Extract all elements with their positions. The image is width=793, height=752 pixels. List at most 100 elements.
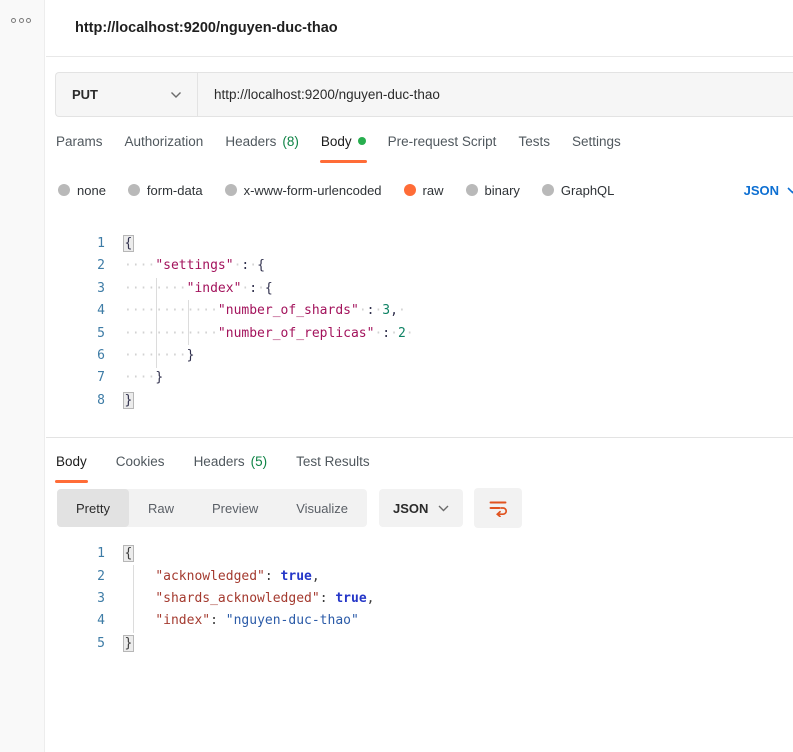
- line-number: 3: [97, 280, 105, 296]
- request-tab-authorization[interactable]: Authorization: [124, 117, 205, 165]
- code-content: }: [123, 634, 134, 652]
- radio-label: none: [77, 182, 106, 198]
- body-type-form-data[interactable]: form-data: [127, 182, 203, 198]
- more-options-icon[interactable]: [11, 18, 44, 23]
- code-line: 7 ····}: [46, 367, 793, 389]
- line-number: 1: [97, 546, 105, 562]
- radio-label: form-data: [146, 182, 203, 198]
- code-content: ········"index"·:·{: [124, 280, 273, 296]
- line-number: 8: [97, 392, 105, 408]
- request-title: http://localhost:9200/nguyen-duc-thao: [75, 20, 338, 36]
- chevron-down-icon: [171, 91, 181, 98]
- tab-label: Headers: [193, 454, 245, 470]
- radio-label: x-www-form-urlencoded: [243, 182, 382, 198]
- response-code-lines: 1{2 "acknowledged": true, 3 "shards_ackno…: [46, 543, 793, 655]
- view-visualize[interactable]: Visualize: [277, 489, 367, 527]
- body-type-raw[interactable]: raw: [403, 183, 444, 198]
- request-tab-pre-request-script[interactable]: Pre-request Script: [387, 117, 498, 165]
- response-tab-cookies[interactable]: Cookies: [115, 438, 166, 485]
- code-line: 1{: [46, 233, 793, 255]
- tab-count-badge: (8): [282, 133, 299, 149]
- request-pane: http://localhost:9200/nguyen-duc-thao PU…: [46, 0, 793, 752]
- code-content: ····"settings"·:·{: [124, 258, 265, 274]
- request-tab-settings[interactable]: Settings: [571, 117, 622, 165]
- response-toolbar: Pretty Raw Preview Visualize JSON: [46, 485, 793, 531]
- radio-icon: [127, 184, 140, 196]
- code-line: 4 "index": "nguyen-duc-thao": [46, 610, 793, 632]
- radio-icon: [541, 184, 554, 196]
- response-tab-test-results[interactable]: Test Results: [295, 438, 371, 485]
- wrap-text-button[interactable]: [474, 488, 523, 529]
- code-content: ····}: [124, 370, 164, 386]
- body-type-radios: none form-data x-www-form-urlencoded raw bin…: [58, 183, 636, 198]
- tab-label: Params: [56, 133, 103, 149]
- response-body-viewer: 1{2 "acknowledged": true, 3 "shards_ackno…: [46, 531, 793, 655]
- method-select[interactable]: PUT: [56, 73, 198, 116]
- request-tab-params[interactable]: Params: [55, 117, 104, 165]
- tab-label: Tests: [518, 133, 550, 149]
- response-tab-headers[interactable]: Headers (5): [193, 438, 269, 485]
- code-line: 5}: [46, 633, 793, 655]
- method-label: PUT: [72, 87, 98, 102]
- url-value: http://localhost:9200/nguyen-duc-thao: [214, 87, 440, 102]
- tab-label: Pre-request Script: [387, 133, 497, 149]
- radio-label: binary: [484, 182, 520, 198]
- body-type-x-www-form-urlencoded[interactable]: x-www-form-urlencoded: [224, 182, 382, 198]
- request-tab-tests[interactable]: Tests: [517, 117, 551, 165]
- line-number: 4: [97, 613, 105, 629]
- chevron-down-icon: [787, 186, 793, 194]
- request-tab-body[interactable]: Body: [319, 117, 367, 165]
- tab-label: Body: [56, 454, 87, 470]
- code-content: "acknowledged": true,: [155, 568, 320, 584]
- line-number: 2: [97, 568, 105, 584]
- line-number: 5: [97, 635, 105, 651]
- radio-icon: [465, 184, 478, 196]
- tab-count-badge: (5): [250, 454, 268, 470]
- body-type-none[interactable]: none: [58, 183, 106, 198]
- request-title-tab[interactable]: http://localhost:9200/nguyen-duc-thao: [46, 0, 793, 57]
- response-tabs: Body Cookies Headers (5) Test Results: [46, 438, 793, 485]
- response-tab-body[interactable]: Body: [55, 438, 88, 485]
- tab-label: Authorization: [124, 133, 204, 149]
- request-tab-headers[interactable]: Headers (8): [224, 117, 300, 165]
- code-content: {: [123, 545, 134, 563]
- tab-label: Test Results: [296, 454, 370, 470]
- indent-guide: [188, 300, 189, 345]
- chevron-down-icon: [438, 505, 449, 512]
- line-number: 2: [97, 258, 105, 274]
- code-content: ········}: [124, 347, 195, 363]
- url-input[interactable]: http://localhost:9200/nguyen-duc-thao: [198, 73, 793, 116]
- response-format-select[interactable]: JSON: [379, 489, 464, 528]
- request-body-editor[interactable]: 1{ 2 ····"settings"·:·{ 3 ········"index"·:·…: [46, 215, 793, 437]
- request-code-lines: 1{ 2 ····"settings"·:·{ 3 ········"index"·:·…: [46, 233, 793, 412]
- code-line: 8}: [46, 390, 793, 412]
- code-content: {: [123, 235, 134, 252]
- code-line: 4 ············"number_of_shards"·:·3,·: [46, 300, 793, 322]
- body-language-select[interactable]: JSON: [744, 183, 793, 198]
- code-line: 2 "acknowledged": true,: [46, 566, 793, 588]
- indent-guide: [133, 565, 134, 634]
- code-content: ············"number_of_shards"·:·3,·: [124, 303, 406, 319]
- tab-label: Cookies: [115, 454, 165, 470]
- radio-icon: [58, 184, 70, 196]
- tab-label: Headers: [225, 133, 277, 149]
- code-line: 2 ····"settings"·:·{: [46, 255, 793, 277]
- response-view-switcher: Pretty Raw Preview Visualize: [57, 489, 368, 528]
- radio-label: GraphQL: [560, 182, 615, 198]
- code-line: 3 "shards_acknowledged": true,: [46, 588, 793, 610]
- line-number: 3: [97, 590, 105, 606]
- request-tabs: Params Authorization Headers (8) Body Pre-req…: [46, 117, 793, 165]
- line-number: 4: [97, 303, 105, 319]
- view-pretty[interactable]: Pretty: [57, 489, 129, 528]
- body-language-label: JSON: [743, 182, 779, 198]
- view-raw[interactable]: Raw: [129, 489, 193, 527]
- code-content: }: [123, 391, 134, 409]
- line-number: 7: [97, 370, 105, 386]
- view-preview[interactable]: Preview: [193, 489, 277, 527]
- body-type-graphql[interactable]: GraphQL: [541, 182, 615, 198]
- body-type-binary[interactable]: binary: [465, 182, 520, 198]
- line-number: 6: [97, 347, 105, 363]
- code-line: 5 ············"number_of_replicas"·:·2·: [46, 323, 793, 345]
- body-type-row: none form-data x-www-form-urlencoded raw bin…: [46, 165, 793, 215]
- code-content: "index": "nguyen-duc-thao": [155, 613, 359, 629]
